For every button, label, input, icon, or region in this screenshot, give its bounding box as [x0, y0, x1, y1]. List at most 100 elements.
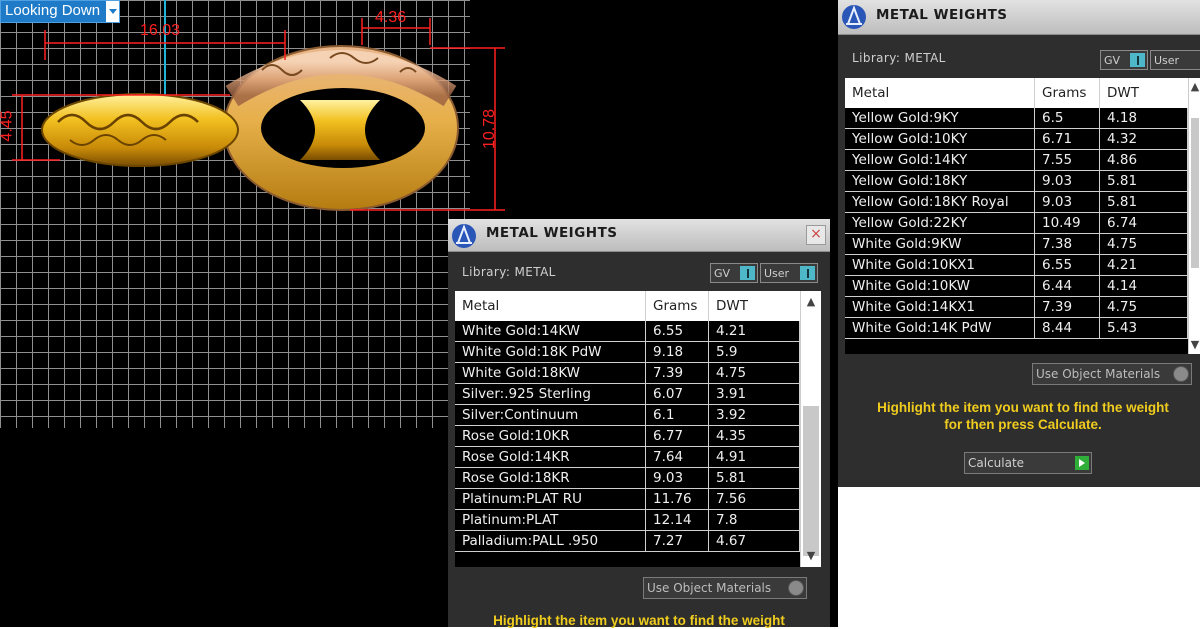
cell-grams: 7.64 — [645, 446, 709, 468]
table-row[interactable]: Rose Gold:18KR 9.03 5.81 — [455, 467, 800, 489]
cell-metal: Platinum:PLAT RU — [455, 488, 646, 510]
metal-table-back[interactable]: Metal Grams DWT Yellow Gold:9KY 6.5 4.18 Ye… — [845, 78, 1188, 354]
column-header-grams[interactable]: Grams — [645, 291, 709, 321]
cell-grams: 7.27 — [645, 530, 709, 552]
cell-grams: 11.76 — [645, 488, 709, 510]
metal-weights-panel-front[interactable]: METAL WEIGHTS × Library: METAL GV User M… — [448, 219, 830, 628]
gv-toggle[interactable]: GV — [1100, 50, 1148, 70]
cell-metal: Yellow Gold:14KY — [845, 149, 1035, 171]
table-row[interactable]: Yellow Gold:14KY 7.55 4.86 — [845, 149, 1188, 171]
scroll-down-icon[interactable]: ▼ — [1189, 338, 1200, 352]
table-row[interactable]: Yellow Gold:18KY Royal 9.03 5.81 — [845, 191, 1188, 213]
scroll-up-icon[interactable]: ▲ — [1189, 80, 1200, 94]
cell-grams: 9.18 — [645, 341, 709, 363]
close-icon[interactable]: × — [806, 225, 826, 245]
table-scrollbar-front[interactable]: ▲ ▼ — [800, 291, 821, 567]
cell-grams: 6.55 — [645, 321, 709, 342]
scroll-down-icon[interactable]: ▼ — [801, 549, 821, 563]
table-row[interactable]: White Gold:14KW 6.55 4.21 — [455, 321, 800, 342]
cell-dwt: 4.75 — [1099, 296, 1188, 318]
use-object-materials-label: Use Object Materials — [1036, 367, 1161, 381]
use-object-materials-toggle[interactable]: Use Object Materials — [643, 577, 807, 599]
cell-metal: Silver:.925 Sterling — [455, 383, 646, 405]
library-label: Library: METAL — [462, 265, 556, 279]
cell-metal: White Gold:18K PdW — [455, 341, 646, 363]
table-scrollbar-back[interactable]: ▲ ▼ — [1188, 78, 1200, 354]
cell-dwt: 4.21 — [708, 321, 800, 342]
table-row[interactable]: Platinum:PLAT RU 11.76 7.56 — [455, 488, 800, 510]
cell-metal: Yellow Gold:22KY — [845, 212, 1035, 234]
table-row[interactable]: White Gold:10KW 6.44 4.14 — [845, 275, 1188, 297]
cell-grams: 6.55 — [1034, 254, 1100, 276]
cell-metal: Yellow Gold:10KY — [845, 128, 1035, 150]
user-toggle[interactable]: User — [1150, 50, 1200, 70]
cell-metal: White Gold:14K PdW — [845, 317, 1035, 339]
cell-metal: Platinum:PLAT — [455, 509, 646, 531]
cell-grams: 7.38 — [1034, 233, 1100, 255]
dimension-height-oval: 4.45 — [0, 110, 16, 142]
table-row[interactable]: White Gold:18K PdW 9.18 5.9 — [455, 341, 800, 363]
metal-table-front[interactable]: Metal Grams DWT White Gold:14KW 6.55 4.21 W… — [455, 291, 800, 567]
table-row[interactable]: Yellow Gold:18KY 9.03 5.81 — [845, 170, 1188, 192]
cell-metal: White Gold:9KW — [845, 233, 1035, 255]
table-row[interactable]: Rose Gold:14KR 7.64 4.91 — [455, 446, 800, 468]
cell-dwt: 6.74 — [1099, 212, 1188, 234]
cell-dwt: 4.18 — [1099, 108, 1188, 129]
column-header-metal[interactable]: Metal — [845, 78, 1035, 108]
table-row[interactable]: Silver:.925 Sterling 6.07 3.91 — [455, 383, 800, 405]
column-header-dwt[interactable]: DWT — [708, 291, 800, 321]
toggle-knob-icon — [800, 266, 815, 280]
cell-metal: White Gold:14KX1 — [845, 296, 1035, 318]
cell-metal: Silver:Continuum — [455, 404, 646, 426]
user-toggle[interactable]: User — [760, 263, 818, 283]
table-row[interactable]: Rose Gold:10KR 6.77 4.35 — [455, 425, 800, 447]
table-row[interactable]: Yellow Gold:22KY 10.49 6.74 — [845, 212, 1188, 234]
table-row[interactable]: White Gold:10KX1 6.55 4.21 — [845, 254, 1188, 276]
gv-toggle[interactable]: GV — [710, 263, 758, 283]
column-header-dwt[interactable]: DWT — [1099, 78, 1188, 108]
metal-weights-panel-back[interactable]: METAL WEIGHTS Library: METAL GV User Met… — [838, 0, 1200, 487]
dimension-height-anchor: 10.78 — [481, 108, 499, 150]
table-row[interactable]: Platinum:PLAT 12.14 7.8 — [455, 509, 800, 531]
anchor-link[interactable] — [223, 45, 459, 211]
cell-dwt: 7.8 — [708, 509, 800, 531]
dimension-opening: 4.36 — [375, 9, 407, 26]
cell-dwt: 5.43 — [1099, 317, 1188, 339]
cell-metal: Yellow Gold:18KY — [845, 170, 1035, 192]
cell-metal: Rose Gold:18KR — [455, 467, 646, 489]
scroll-thumb[interactable] — [1191, 118, 1199, 268]
scroll-thumb[interactable] — [803, 406, 819, 556]
cell-grams: 6.1 — [645, 404, 709, 426]
cell-grams: 6.07 — [645, 383, 709, 405]
use-object-materials-toggle[interactable]: Use Object Materials — [1032, 363, 1192, 385]
cell-dwt: 4.32 — [1099, 128, 1188, 150]
instruction-line-2: for then press Calculate. — [944, 417, 1102, 432]
table-row[interactable]: Yellow Gold:9KY 6.5 4.18 — [845, 108, 1188, 129]
view-mode-dropdown[interactable]: Looking Down — [0, 0, 121, 23]
cell-dwt: 4.35 — [708, 425, 800, 447]
table-row[interactable]: White Gold:14KX1 7.39 4.75 — [845, 296, 1188, 318]
table-row[interactable]: White Gold:14K PdW 8.44 5.43 — [845, 317, 1188, 339]
cell-grams: 9.03 — [645, 467, 709, 489]
cell-dwt: 4.75 — [708, 362, 800, 384]
view-mode-label: Looking Down — [5, 2, 101, 19]
table-row[interactable]: Palladium:PALL .950 7.27 4.67 — [455, 530, 800, 552]
scroll-up-icon[interactable]: ▲ — [801, 295, 821, 309]
calculate-button[interactable]: Calculate — [964, 452, 1092, 474]
cell-metal: Rose Gold:10KR — [455, 425, 646, 447]
table-row[interactable]: White Gold:18KW 7.39 4.75 — [455, 362, 800, 384]
panel-titlebar[interactable]: METAL WEIGHTS — [838, 0, 1200, 35]
table-row[interactable]: Silver:Continuum 6.1 3.92 — [455, 404, 800, 426]
column-header-metal[interactable]: Metal — [455, 291, 646, 321]
cell-dwt: 5.81 — [708, 467, 800, 489]
play-icon — [1075, 456, 1089, 470]
panel-titlebar[interactable]: METAL WEIGHTS × — [448, 219, 830, 252]
column-header-grams[interactable]: Grams — [1034, 78, 1100, 108]
oval-link[interactable] — [41, 93, 239, 167]
chevron-down-icon[interactable] — [106, 1, 120, 22]
cell-metal: White Gold:18KW — [455, 362, 646, 384]
table-row[interactable]: Yellow Gold:10KY 6.71 4.32 — [845, 128, 1188, 150]
cell-dwt: 4.67 — [708, 530, 800, 552]
table-row[interactable]: White Gold:9KW 7.38 4.75 — [845, 233, 1188, 255]
cell-dwt: 4.14 — [1099, 275, 1188, 297]
